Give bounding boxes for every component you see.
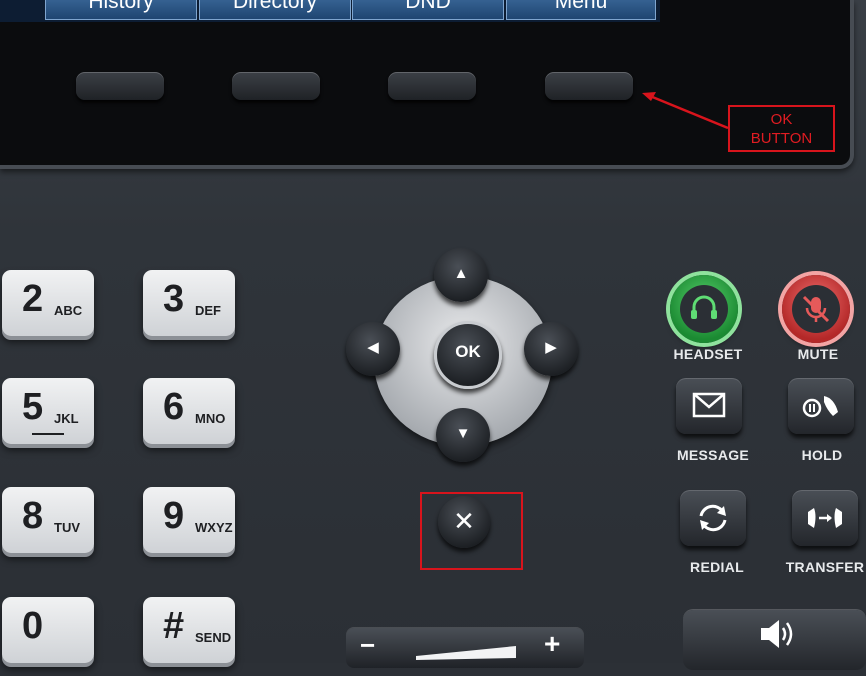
key-8-letters: TUV [54,520,80,535]
volume-wedge-icon [416,646,516,660]
key-6-digit: 6 [163,386,185,428]
redial-arrows-icon [699,504,727,532]
key-8[interactable]: 8 TUV [2,487,94,553]
headset-icon [680,285,728,333]
key-8-digit: 8 [22,495,44,537]
hold-button[interactable] [788,378,854,434]
key-hash-digit: # [163,605,185,647]
ok-button[interactable]: OK [434,321,502,389]
right-arrow-icon: ▶ [545,339,557,356]
envelope-icon [692,392,726,418]
mute-button[interactable] [782,275,850,343]
key-2[interactable]: 2 ABC [2,270,94,336]
mute-microphone-icon [792,285,840,333]
key-hash-send[interactable]: # SEND [143,597,235,663]
headset-label: HEADSET [673,346,743,362]
volume-bar[interactable]: − + [346,628,584,668]
transfer-label: TRANSFER [785,559,865,575]
transfer-phone-icon [808,508,842,528]
key-6[interactable]: 6 MNO [143,378,235,444]
key-hash-letters: SEND [195,630,232,645]
up-arrow-icon: ▲ [453,265,469,282]
key-9-letters: WXYZ [195,520,233,535]
redial-label: REDIAL [690,559,744,575]
ok-button-annotation: OK BUTTON [728,105,835,152]
volume-down-icon[interactable]: − [360,630,375,661]
key-3-digit: 3 [163,278,185,320]
nav-right-button[interactable]: ▶ [524,322,578,376]
key-9-digit: 9 [163,495,185,537]
nav-left-button[interactable]: ◀ [346,322,400,376]
nav-up-button[interactable]: ▲ [434,248,488,302]
mute-label: MUTE [797,346,839,362]
down-arrow-icon: ▼ [455,425,471,442]
key-5-digit: 5 [22,386,44,428]
ok-button-label: OK [455,342,481,361]
key-0-digit: 0 [22,605,44,647]
speaker-button[interactable] [683,610,866,670]
redial-button[interactable] [680,490,746,546]
volume-up-icon[interactable]: + [544,628,560,660]
key-2-letters: ABC [54,303,83,318]
message-label: MESSAGE [676,447,750,463]
key-5[interactable]: 5 JKL [2,378,94,444]
key-3[interactable]: 3 DEF [143,270,235,336]
transfer-button[interactable] [792,490,858,546]
key-2-digit: 2 [22,278,44,320]
headset-button[interactable] [670,275,738,343]
nav-down-button[interactable]: ▼ [436,408,490,462]
cancel-button-annotation [420,492,523,570]
speaker-icon [761,620,793,648]
key-3-letters: DEF [195,303,221,318]
key-5-letters: JKL [54,411,79,426]
ok-button-annotation-text: OK BUTTON [750,111,813,147]
hold-label: HOLD [801,447,843,463]
key-0[interactable]: 0 [2,597,94,663]
key-5-tactile-mark [32,433,64,435]
hold-phone-icon [802,396,838,418]
key-9[interactable]: 9 WXYZ [143,487,235,553]
left-arrow-icon: ◀ [367,339,379,356]
key-6-letters: MNO [195,411,226,426]
message-button[interactable] [676,378,742,434]
